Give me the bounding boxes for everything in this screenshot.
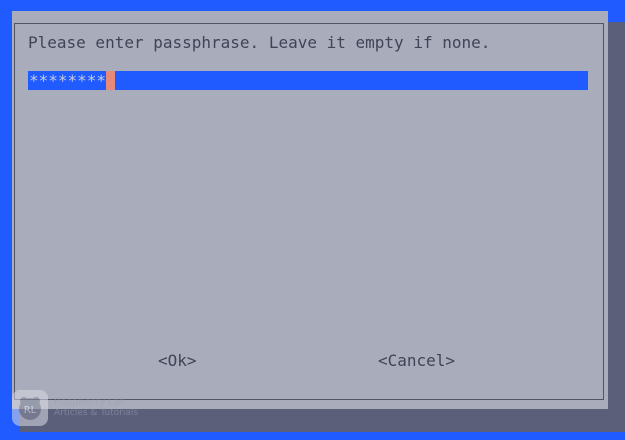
passphrase-dialog: Please enter passphrase. Leave it empty … [12, 11, 608, 409]
raspberry-logo-icon: RL [12, 390, 48, 426]
ok-button[interactable]: <Ok> [158, 351, 197, 370]
passphrase-input[interactable]: ******** [28, 71, 588, 90]
cancel-button[interactable]: <Cancel> [378, 351, 455, 370]
dialog-prompt: Please enter passphrase. Leave it empty … [28, 33, 491, 52]
logo-text: RL [24, 405, 37, 416]
passphrase-value: ******** [29, 71, 107, 90]
watermark-subtitle: Articles & Tutorials [54, 408, 139, 418]
watermark-title: Raspberry Lab [54, 397, 127, 408]
text-cursor [106, 71, 116, 90]
watermark: RL Raspberry Lab Articles & Tutorials [12, 390, 138, 426]
